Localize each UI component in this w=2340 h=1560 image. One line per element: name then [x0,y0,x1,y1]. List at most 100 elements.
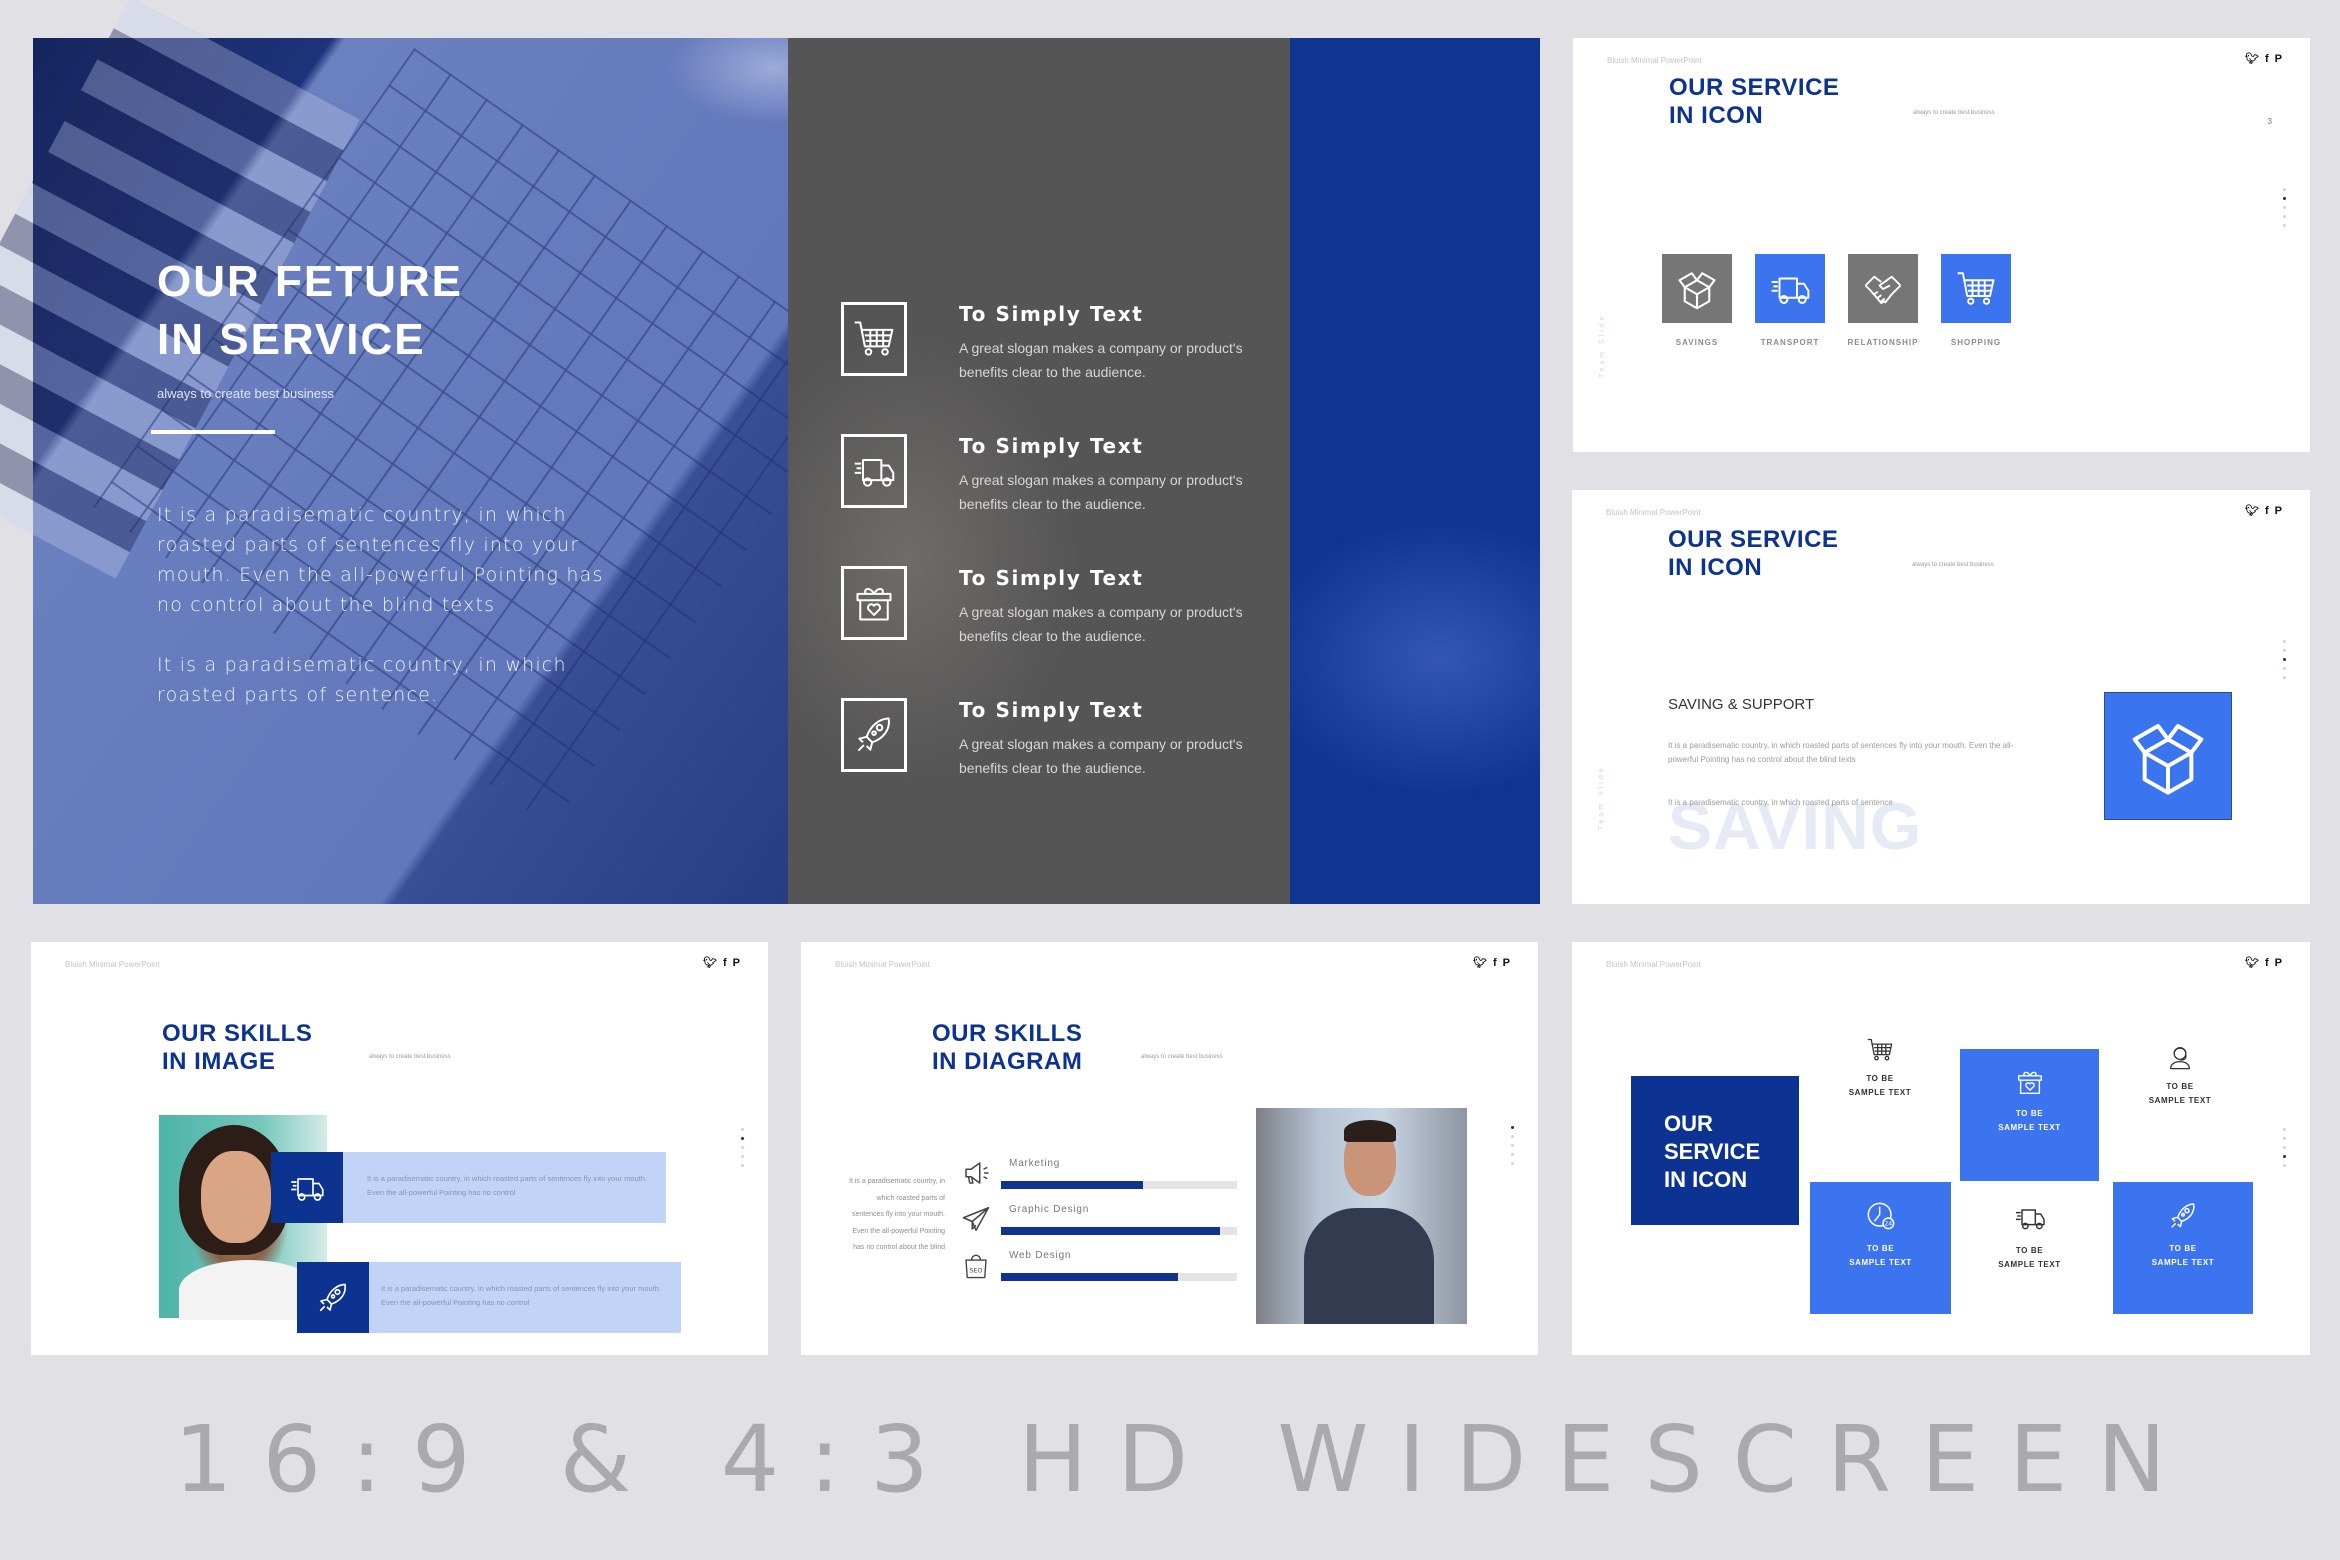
hero-subtitle: always to create best business [157,386,335,401]
cell-label-line2: SAMPLE TEXT [1998,1123,2061,1132]
clock-24-icon [1865,1200,1897,1232]
delivery-truck-icon [2013,1202,2047,1234]
gift-box-icon [841,566,907,640]
pinterest-icon[interactable]: P [2275,52,2282,66]
gift-box-icon [2015,1067,2045,1097]
skill-row: It is a paradisematic country, in which … [271,1152,666,1223]
shopping-cart-icon [841,302,907,376]
service-cell: TO BE SAMPLE TEXT [2110,1018,2250,1146]
slide-pagination-dots [2283,640,2286,679]
hero-paragraph: It is a paradisematic country, in which … [157,654,567,706]
open-box-icon [2104,692,2232,820]
section-paragraph: It is a paradisematic country, in which … [1668,798,1893,807]
facebook-icon[interactable]: f [2265,504,2269,518]
tile-label: SHOPPING [1950,338,2002,347]
rocket-icon [841,698,907,772]
skill-track [1001,1227,1237,1235]
feature-item: To Simply Text A great slogan makes a co… [841,566,1261,676]
slide-title-line2: IN DIAGRAM [932,1048,1083,1075]
pinterest-icon[interactable]: P [733,956,740,970]
brand-label: Bluish Minimal PowerPoint [1607,56,1702,65]
service-title-line2: SERVICE [1664,1139,1761,1164]
slide-title-line1: OUR SKILLS [932,1020,1083,1047]
megaphone-icon [961,1158,991,1188]
pinterest-icon[interactable]: P [2275,956,2282,970]
service-cell: TO BE SAMPLE TEXT [1960,1182,2099,1314]
pinterest-icon[interactable]: P [2275,504,2282,518]
social-links: 🐦︎ f P [1473,956,1510,970]
cell-label-line1: TO BE [2015,1109,2044,1118]
slide-saving-support[interactable]: Bluish Minimal PowerPoint 🐦︎ f P OUR SERVI… [1572,490,2310,904]
social-links: 🐦︎ f P [2245,504,2282,518]
slide-service-icons[interactable]: Bluish Minimal PowerPoint 🐦︎ f P OUR SERVI… [1573,38,2310,452]
slide-subtitle: always to create best business [1141,1054,1223,1060]
portrait-hair [1344,1120,1396,1142]
feature-description: A great slogan makes a company or produc… [959,340,1243,380]
slide-title-line1: OUR SKILLS [162,1020,313,1047]
twitter-icon[interactable]: 🐦︎ [2245,504,2259,518]
slide-title-line2: IN ICON [1668,554,1763,581]
laptop-photo-blue-tint [0,0,873,904]
slide-title: OUR SKILLS IN IMAGE [162,1020,312,1076]
paper-plane-icon [961,1204,991,1234]
feature-item: To Simply Text A great slogan makes a co… [841,302,1261,412]
feature-item: To Simply Text A great slogan makes a co… [841,698,1261,808]
facebook-icon[interactable]: f [2265,52,2269,66]
cell-label-line2: SAMPLE TEXT [2148,1096,2212,1105]
delivery-truck-icon [1755,254,1825,323]
slide-pagination-dots [2283,188,2286,227]
service-title: OUR SERVICE IN ICON [1664,1110,1760,1194]
cell-label-line2: SAMPLE TEXT [2151,1258,2215,1267]
slide-skills-diagram[interactable]: Bluish Minimal PowerPoint 🐦︎ f P OUR SKILL… [801,942,1538,1355]
slide-title-line2: IN ICON [1669,102,1764,129]
rocket-icon [2167,1200,2199,1232]
page-number: 3 [2267,117,2272,126]
feature-title: To Simply Text [959,434,1144,458]
feature-item: To Simply Text A great slogan makes a co… [841,434,1261,544]
twitter-icon[interactable]: 🐦︎ [703,956,717,970]
facebook-icon[interactable]: f [723,956,727,970]
skill-fill [1001,1227,1221,1235]
brand-label: Bluish Minimal PowerPoint [1606,508,1701,517]
hero-slide[interactable]: OUR FETURE IN SERVICE always to create b… [0,0,1540,904]
skill-label: Web Design [1009,1250,1072,1261]
skill-row-text: It is a paradisematic country, in which … [367,1174,647,1197]
hero-title-line2: IN SERVICE [157,315,426,364]
service-title-block: OUR SERVICE IN ICON [1631,1076,1799,1225]
skill-track [1001,1273,1237,1281]
side-label: Team Slide [1599,313,1606,378]
slide-subtitle: always to create best business [369,1054,451,1060]
twitter-icon[interactable]: 🐦︎ [2245,52,2259,66]
skill-row-text: It is a paradisematic country, in which … [381,1284,661,1307]
slide-title: OUR SERVICE IN ICON [1668,526,1838,582]
cell-label-line2: SAMPLE TEXT [1849,1258,1912,1267]
facebook-icon[interactable]: f [1493,956,1497,970]
skill-bar: Graphic Design [961,1204,1237,1244]
cell-label-line1: TO BE [2015,1246,2044,1255]
twitter-icon[interactable]: 🐦︎ [1473,956,1487,970]
slide-service-grid[interactable]: Bluish Minimal PowerPoint 🐦︎ f P OUR SERVI… [1572,942,2310,1355]
hero-title-line1: OUR FETURE [157,257,463,306]
slide-title-line1: OUR SERVICE [1668,526,1839,553]
delivery-truck-icon [841,434,907,508]
feature-title: To Simply Text [959,698,1144,722]
skill-label: Graphic Design [1009,1204,1090,1215]
skill-label: Marketing [1009,1158,1061,1169]
feature-title: To Simply Text [959,302,1144,326]
pinterest-icon[interactable]: P [1503,956,1510,970]
skill-row: It is a paradisematic country, in which … [297,1262,681,1333]
service-cell: TO BE SAMPLE TEXT [1810,1018,1950,1146]
support-agent-icon [2166,1042,2194,1072]
feature-description: A great slogan makes a company or produc… [959,736,1243,776]
shopping-cart-icon [1866,1036,1894,1064]
facebook-icon[interactable]: f [2265,956,2269,970]
twitter-icon[interactable]: 🐦︎ [2245,956,2259,970]
skill-fill [1001,1181,1143,1189]
feature-description: A great slogan makes a company or produc… [959,604,1243,644]
skill-bar: Web Design [961,1250,1237,1290]
slide-skills-image[interactable]: Bluish Minimal PowerPoint 🐦︎ f P OUR SKILL… [31,942,768,1355]
social-links: 🐦︎ f P [703,956,740,970]
sleeve-photo-blue-panel [1290,38,1540,904]
feature-title: To Simply Text [959,566,1144,590]
service-cell: TO BE SAMPLE TEXT [1810,1182,1951,1314]
